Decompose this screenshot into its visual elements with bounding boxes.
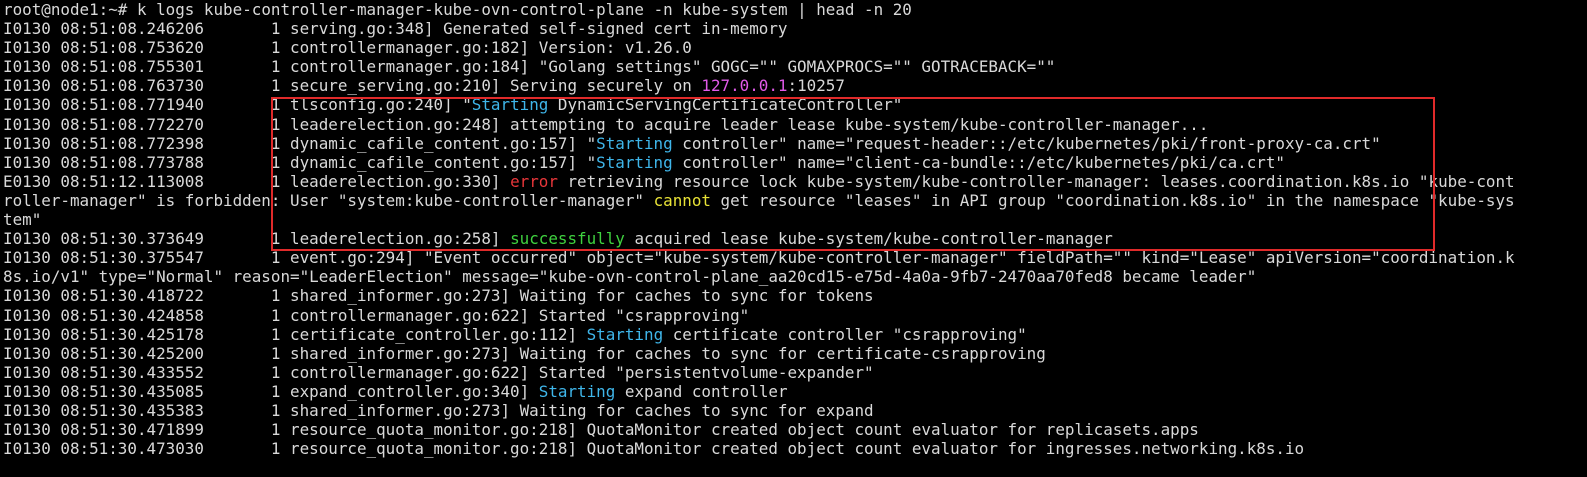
command-line: root@node1:~# k logs kube-controller-man…	[0, 0, 1587, 19]
log-text: I0130 08:51:30.433552 1 controllermanage…	[3, 362, 874, 382]
log-line: E0130 08:51:12.113008 1 leaderelection.g…	[0, 172, 1587, 191]
log-keyword-yellow: cannot	[653, 190, 711, 210]
log-line: I0130 08:51:08.755301 1 controllermanage…	[0, 57, 1587, 76]
log-text: I0130 08:51:30.435085 1 expand_controlle…	[3, 381, 539, 401]
log-keyword-red: error	[510, 171, 558, 191]
log-text: I0130 08:51:30.435383 1 shared_informer.…	[3, 400, 874, 420]
log-text: I0130 08:51:08.763730 1 secure_serving.g…	[3, 76, 702, 96]
log-line: 8s.io/v1" type="Normal" reason="LeaderEl…	[0, 267, 1587, 286]
log-line: I0130 08:51:30.373649 1 leaderelection.g…	[0, 229, 1587, 248]
log-text: :10257	[787, 76, 845, 96]
log-text: I0130 08:51:30.425200 1 shared_informer.…	[3, 343, 1046, 363]
log-text: 8s.io/v1" type="Normal" reason="LeaderEl…	[3, 267, 1257, 287]
log-text: I0130 08:51:08.753620 1 controllermanage…	[3, 38, 692, 58]
log-text: I0130 08:51:08.773788 1 dynamic_cafile_c…	[3, 152, 597, 172]
log-keyword-cyan: Starting	[596, 152, 673, 172]
log-line: I0130 08:51:08.771940 1 tlsconfig.go:240…	[0, 95, 1587, 114]
log-keyword-cyan: Starting	[596, 133, 673, 153]
shell-prompt: root@node1:~#	[3, 0, 137, 19]
log-text: I0130 08:51:08.772270 1 leaderelection.g…	[3, 114, 1209, 134]
log-text: I0130 08:51:30.375547 1 event.go:294] "E…	[3, 248, 1515, 268]
command-text: k logs kube-controller-manager-kube-ovn-…	[136, 0, 912, 19]
log-text: roller-manager" is forbidden: User "syst…	[3, 190, 654, 210]
log-line: I0130 08:51:08.753620 1 controllermanage…	[0, 38, 1587, 57]
log-text: retrieving resource lock kube-system/kub…	[557, 171, 1515, 191]
log-line: I0130 08:51:08.246206 1 serving.go:348] …	[0, 19, 1587, 38]
terminal-window[interactable]: root@node1:~# k logs kube-controller-man…	[0, 0, 1587, 477]
log-line: I0130 08:51:30.424858 1 controllermanage…	[0, 306, 1587, 325]
log-text: certificate controller "csrapproving"	[663, 324, 1027, 344]
log-line: I0130 08:51:30.375547 1 event.go:294] "E…	[0, 248, 1587, 267]
log-text: I0130 08:51:30.473030 1 resource_quota_m…	[3, 439, 1305, 459]
log-line: I0130 08:51:30.471899 1 resource_quota_m…	[0, 420, 1587, 439]
log-text: expand controller	[615, 381, 788, 401]
log-line: I0130 08:51:30.473030 1 resource_quota_m…	[0, 439, 1587, 458]
log-line: I0130 08:51:08.763730 1 secure_serving.g…	[0, 76, 1587, 95]
log-text: DynamicServingCertificateController"	[548, 95, 903, 115]
log-line: I0130 08:51:30.435085 1 expand_controlle…	[0, 382, 1587, 401]
log-line: I0130 08:51:30.418722 1 shared_informer.…	[0, 286, 1587, 305]
log-text: I0130 08:51:08.755301 1 controllermanage…	[3, 57, 1056, 77]
log-text: E0130 08:51:12.113008 1 leaderelection.g…	[3, 171, 511, 191]
log-line: I0130 08:51:08.772270 1 leaderelection.g…	[0, 115, 1587, 134]
log-text: get resource "leases" in API group "coor…	[710, 190, 1515, 210]
log-text: I0130 08:51:30.425178 1 certificate_cont…	[3, 324, 587, 344]
log-line: I0130 08:51:08.772398 1 dynamic_cafile_c…	[0, 134, 1587, 153]
log-text: I0130 08:51:08.772398 1 dynamic_cafile_c…	[3, 133, 597, 153]
log-text: controller" name="client-ca-bundle::/etc…	[672, 152, 1285, 172]
log-keyword-green: successfully	[510, 229, 625, 249]
log-text: I0130 08:51:08.771940 1 tlsconfig.go:240…	[3, 95, 472, 115]
log-text: I0130 08:51:30.471899 1 resource_quota_m…	[3, 420, 1199, 440]
log-line: roller-manager" is forbidden: User "syst…	[0, 191, 1587, 210]
log-keyword-cyan: Starting	[586, 324, 664, 344]
log-keyword-cyan: Starting	[471, 95, 549, 115]
log-line: I0130 08:51:30.425200 1 shared_informer.…	[0, 344, 1587, 363]
log-line: I0130 08:51:30.433552 1 controllermanage…	[0, 363, 1587, 382]
log-text: I0130 08:51:30.373649 1 leaderelection.g…	[3, 229, 511, 249]
log-keyword-magenta: 127.0.0.1	[701, 76, 788, 96]
log-line: I0130 08:51:30.425178 1 certificate_cont…	[0, 325, 1587, 344]
log-keyword-cyan: Starting	[538, 381, 616, 401]
log-line: I0130 08:51:08.773788 1 dynamic_cafile_c…	[0, 153, 1587, 172]
log-text: controller" name="request-header::/etc/k…	[672, 133, 1381, 153]
log-line: I0130 08:51:30.435383 1 shared_informer.…	[0, 401, 1587, 420]
log-text: I0130 08:51:08.246206 1 serving.go:348] …	[3, 19, 788, 39]
log-text: I0130 08:51:30.418722 1 shared_informer.…	[3, 286, 874, 306]
log-line: tem"	[0, 210, 1587, 229]
log-text: I0130 08:51:30.424858 1 controllermanage…	[3, 305, 750, 325]
log-text: acquired lease kube-system/kube-controll…	[624, 229, 1113, 249]
log-text: tem"	[3, 210, 42, 230]
log-output: I0130 08:51:08.246206 1 serving.go:348] …	[0, 19, 1587, 458]
